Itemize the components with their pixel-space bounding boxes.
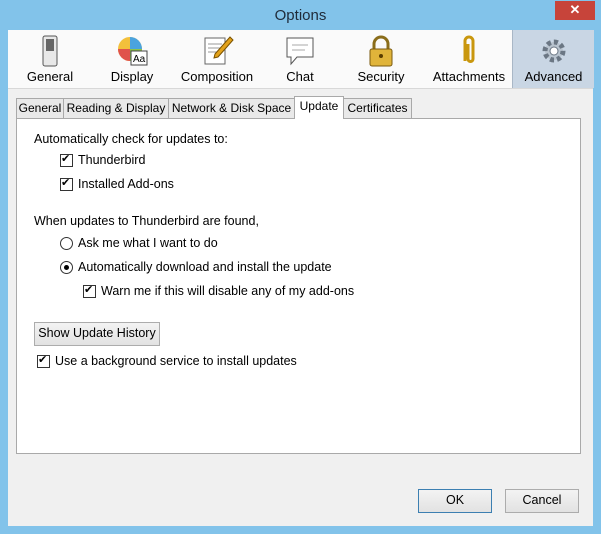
warn-addons-label[interactable]: Warn me if this will disable any of my a… <box>101 284 354 298</box>
tab-network-disk-space[interactable]: Network & Disk Space <box>168 98 295 118</box>
cancel-button[interactable]: Cancel <box>505 489 579 513</box>
installed-addons-label[interactable]: Installed Add-ons <box>78 177 174 191</box>
compose-pencil-icon <box>204 36 234 65</box>
pane-label: Composition <box>180 69 254 84</box>
close-button[interactable]: ✕ <box>555 1 595 20</box>
pane-general-button[interactable]: General <box>8 30 92 88</box>
ask-me-radio[interactable] <box>60 237 73 250</box>
auto-download-label[interactable]: Automatically download and install the u… <box>78 260 332 274</box>
title-bar[interactable]: Options ✕ <box>0 0 601 30</box>
pane-label: Advanced <box>524 69 583 84</box>
tab-general[interactable]: General <box>16 98 64 118</box>
pane-label: Chat <box>286 69 314 84</box>
pane-composition-button[interactable]: Composition <box>172 30 262 88</box>
dialog-body: General Aa Display Composition Chat Secu… <box>8 30 594 526</box>
gear-icon <box>542 39 565 63</box>
pane-security-button[interactable]: Security <box>338 30 424 88</box>
auto-download-radio[interactable] <box>60 261 73 274</box>
options-window: Options ✕ General Aa Display Composition… <box>0 0 601 534</box>
color-wheel-icon: Aa <box>118 37 148 66</box>
window-title: Options <box>274 7 327 24</box>
tab-reading-display[interactable]: Reading & Display <box>63 98 169 118</box>
background-service-label[interactable]: Use a background service to install upda… <box>55 354 297 368</box>
preference-pane-toolbar: General Aa Display Composition Chat Secu… <box>8 30 594 89</box>
background-service-checkbox[interactable] <box>37 353 50 368</box>
pane-label: Security <box>357 69 405 84</box>
ok-button[interactable]: OK <box>418 489 492 513</box>
thunderbird-label[interactable]: Thunderbird <box>78 153 145 167</box>
pane-attachments-button[interactable]: Attachments <box>424 30 514 88</box>
installed-addons-checkbox[interactable] <box>60 176 73 191</box>
auto-check-heading: Automatically check for updates to: <box>34 132 228 146</box>
ask-me-label[interactable]: Ask me what I want to do <box>78 236 218 250</box>
paperclip-icon <box>463 35 475 63</box>
thunderbird-checkbox[interactable] <box>60 152 73 167</box>
tab-certificates[interactable]: Certificates <box>343 98 412 118</box>
pane-label: General <box>26 69 74 84</box>
pane-display-button[interactable]: Aa Display <box>92 30 172 88</box>
warn-addons-checkbox[interactable] <box>83 283 96 298</box>
when-found-heading: When updates to Thunderbird are found, <box>34 214 259 228</box>
pane-label: Attachments <box>432 69 506 84</box>
tab-update[interactable]: Update <box>294 96 344 119</box>
update-tab-panel: Automatically check for updates to: Thun… <box>16 118 581 454</box>
padlock-icon <box>369 35 393 67</box>
switch-icon <box>42 35 58 67</box>
chat-bubble-icon <box>286 37 314 66</box>
pane-chat-button[interactable]: Chat <box>262 30 338 88</box>
svg-text:Aa: Aa <box>133 54 146 65</box>
show-update-history-button[interactable]: Show Update History <box>34 322 160 346</box>
pane-advanced-button[interactable]: Advanced <box>512 30 594 88</box>
pane-label: Display <box>110 69 154 84</box>
